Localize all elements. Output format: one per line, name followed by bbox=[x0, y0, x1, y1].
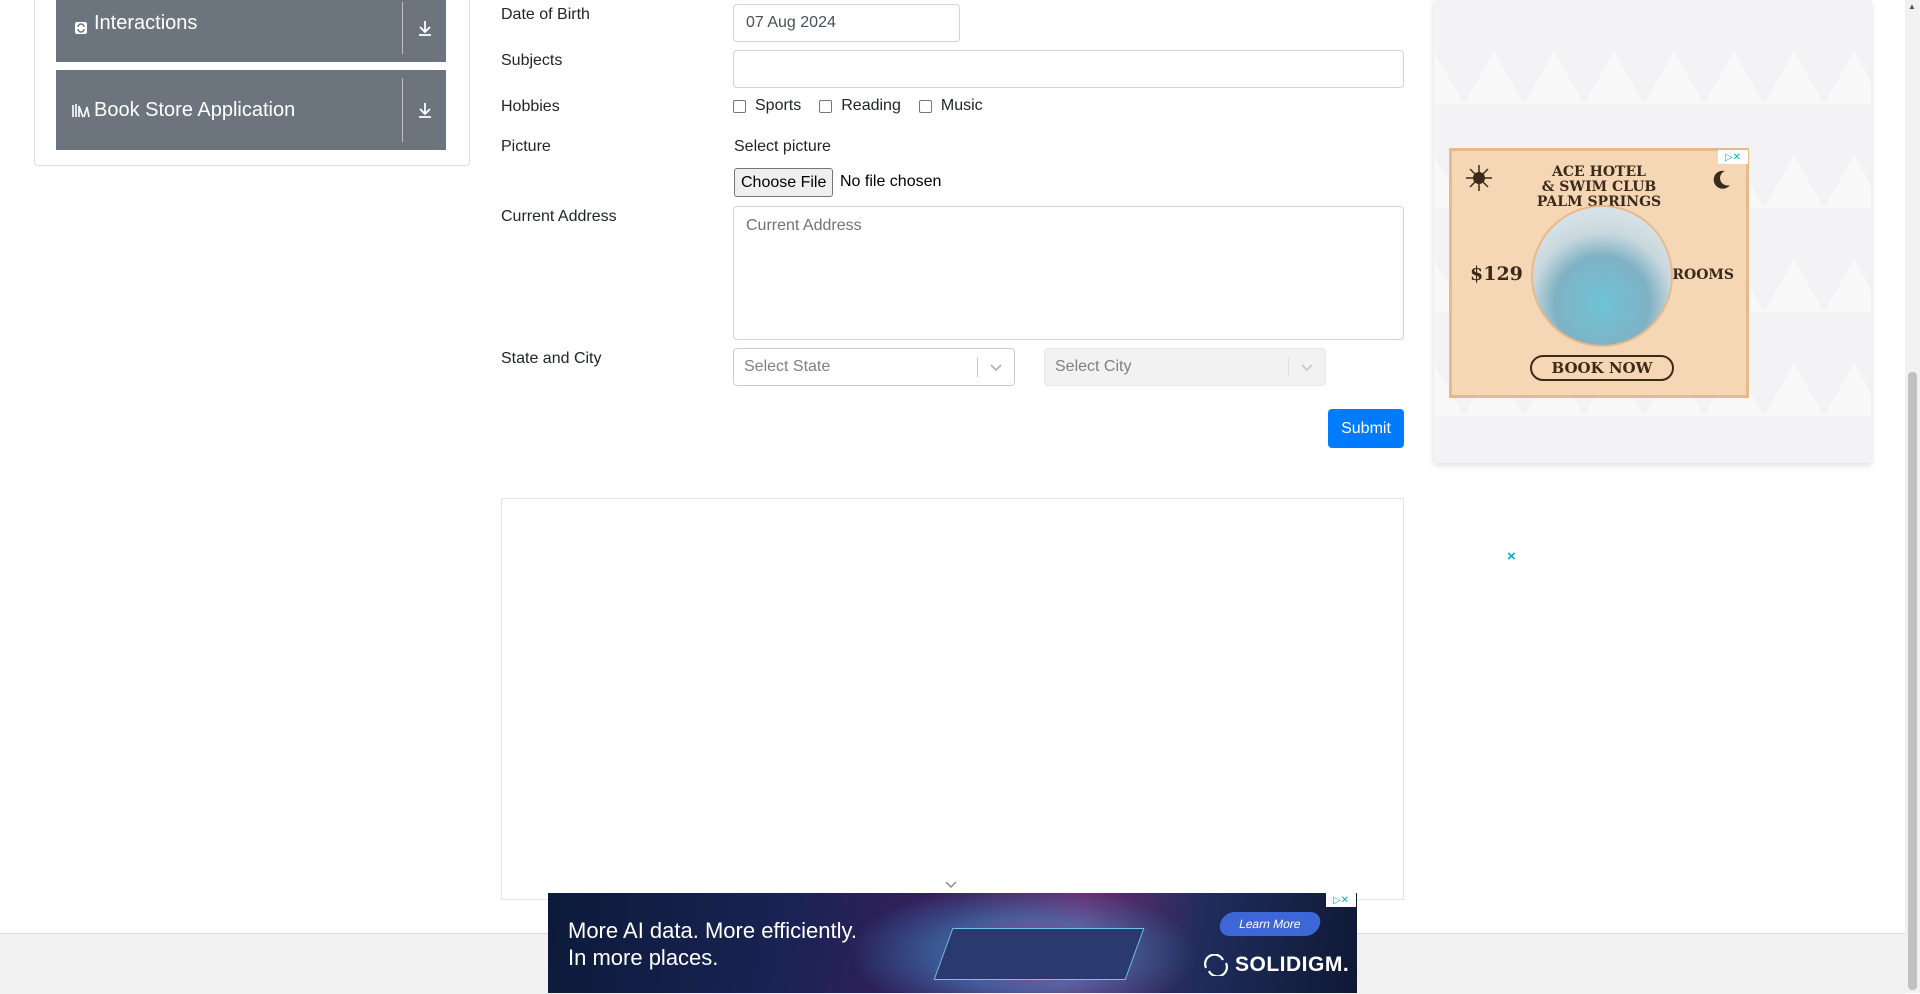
sun-icon bbox=[1466, 165, 1492, 191]
group-book-store[interactable]: Book Store Application bbox=[56, 70, 446, 150]
group-label: Book Store Application bbox=[94, 98, 296, 121]
state-select[interactable]: Select State bbox=[733, 348, 1015, 386]
interactions-icon bbox=[72, 19, 90, 37]
ad-choices-icon[interactable]: ▷✕ bbox=[1326, 893, 1356, 907]
address-placeholder: Current Address bbox=[746, 217, 862, 234]
address-label: Current Address bbox=[501, 208, 617, 225]
hobby-sports-checkbox[interactable] bbox=[733, 99, 746, 113]
hobby-reading-label[interactable]: Reading bbox=[841, 97, 901, 115]
chevron-down-icon[interactable] bbox=[978, 363, 1014, 372]
learn-more-button[interactable]: Learn More bbox=[1217, 912, 1323, 936]
hobby-sports-label[interactable]: Sports bbox=[755, 97, 801, 115]
dob-label: Date of Birth bbox=[501, 6, 590, 23]
group-label: Interactions bbox=[94, 11, 198, 34]
hotel-ad-title: ACE HOTEL & SWIM CLUB PALM SPRINGS bbox=[1536, 164, 1662, 210]
ad-placeholder bbox=[501, 498, 1404, 900]
ad-message: More AI data. More efficiently. In more … bbox=[568, 918, 857, 970]
solidigm-logo-icon bbox=[1204, 954, 1228, 976]
ad-choices-icon[interactable]: ▷✕ bbox=[1718, 150, 1748, 164]
download-icon[interactable] bbox=[403, 70, 446, 150]
hotel-price: $129 bbox=[1470, 263, 1523, 285]
hobbies-group: Sports Reading Music bbox=[733, 97, 1001, 115]
dob-value: 07 Aug 2024 bbox=[746, 14, 836, 31]
hobby-music-label[interactable]: Music bbox=[941, 97, 983, 115]
bottom-ad-banner[interactable]: More AI data. More efficiently. In more … bbox=[548, 893, 1357, 993]
file-status: No file chosen bbox=[840, 173, 942, 190]
hotel-rooms: ROOMS bbox=[1672, 267, 1734, 283]
state-city-label: State and City bbox=[501, 350, 602, 367]
group-interactions[interactable]: Interactions bbox=[56, 0, 446, 62]
dob-input[interactable]: 07 Aug 2024 bbox=[733, 4, 960, 42]
select-picture-text: Select picture bbox=[734, 138, 831, 155]
close-icon[interactable]: × bbox=[1507, 548, 1516, 565]
submit-button[interactable]: Submit bbox=[1328, 409, 1404, 448]
choose-file-label: Choose File bbox=[741, 173, 827, 191]
scrollbar-thumb[interactable] bbox=[1908, 372, 1917, 990]
city-placeholder: Select City bbox=[1055, 358, 1132, 375]
picture-label: Picture bbox=[501, 138, 551, 155]
book-now-button[interactable]: BOOK NOW bbox=[1530, 355, 1674, 381]
state-placeholder: Select State bbox=[744, 358, 831, 375]
hobbies-label: Hobbies bbox=[501, 98, 560, 115]
chevron-down-icon[interactable] bbox=[944, 876, 958, 894]
city-select[interactable]: Select City bbox=[1044, 348, 1326, 386]
hobby-music-checkbox[interactable] bbox=[918, 99, 932, 113]
moon-icon bbox=[1713, 170, 1730, 189]
hobby-reading-checkbox[interactable] bbox=[819, 99, 833, 113]
ssd-image bbox=[933, 928, 1145, 980]
hotel-ad[interactable]: ACE HOTEL & SWIM CLUB PALM SPRINGS $129 … bbox=[1449, 148, 1749, 398]
book-store-icon bbox=[72, 101, 90, 119]
subjects-label: Subjects bbox=[501, 52, 563, 69]
scroll-up-icon[interactable]: ▲ bbox=[1908, 2, 1916, 11]
choose-file-button[interactable]: Choose File bbox=[734, 168, 834, 197]
download-icon[interactable] bbox=[403, 0, 446, 62]
brand-logo: SOLIDIGM. bbox=[1203, 953, 1349, 977]
current-address-textarea[interactable]: Current Address bbox=[733, 206, 1404, 340]
pool-image bbox=[1531, 205, 1673, 347]
subjects-input[interactable] bbox=[733, 50, 1404, 88]
chevron-down-icon[interactable] bbox=[1289, 363, 1325, 372]
submit-label: Submit bbox=[1341, 419, 1391, 437]
